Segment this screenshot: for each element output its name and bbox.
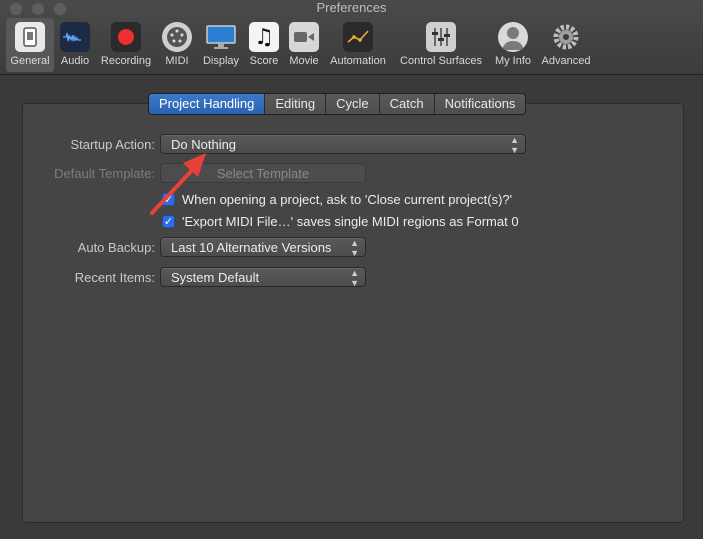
toolbar-display[interactable]: Display <box>198 18 244 72</box>
chevron-updown-icon: ▲ ▼ <box>510 135 519 155</box>
export-midi-checkbox[interactable]: ✓ <box>162 215 175 228</box>
window-title: Preferences <box>316 0 387 15</box>
toolbar-my-info[interactable]: My Info <box>490 18 536 72</box>
toolbar-general[interactable]: General <box>6 18 54 72</box>
chevron-updown-icon: ▲ ▼ <box>350 268 359 288</box>
toolbar-recording[interactable]: Recording <box>96 18 156 72</box>
automation-curve-icon <box>343 22 373 52</box>
export-midi-checkbox-label: 'Export MIDI File…' saves single MIDI re… <box>182 214 519 229</box>
tab-project-handling[interactable]: Project Handling <box>149 94 266 114</box>
startup-action-label: Startup Action: <box>70 137 155 152</box>
close-project-checkbox-label: When opening a project, ask to 'Close cu… <box>182 192 513 207</box>
auto-backup-value: Last 10 Alternative Versions <box>171 240 332 255</box>
toolbar-movie[interactable]: Movie <box>286 18 322 72</box>
auto-backup-popup[interactable]: Last 10 Alternative Versions ▲ ▼ <box>160 237 366 258</box>
tab-notifications[interactable]: Notifications <box>435 94 526 114</box>
title-bar: Preferences General Audio Recording MIDI… <box>0 0 703 75</box>
recent-items-popup[interactable]: System Default ▲ ▼ <box>160 267 366 288</box>
toolbar-midi[interactable]: MIDI <box>160 18 194 72</box>
faders-icon <box>426 22 456 52</box>
close-project-checkbox-row[interactable]: ✓ When opening a project, ask to 'Close … <box>162 192 512 207</box>
toolbar-audio[interactable]: Audio <box>58 18 92 72</box>
record-icon <box>111 22 141 52</box>
music-note-icon: ♫ <box>249 22 279 52</box>
close-project-checkbox[interactable]: ✓ <box>162 193 175 206</box>
gear-icon <box>551 22 581 52</box>
auto-backup-label: Auto Backup: <box>77 240 155 255</box>
movie-camera-icon <box>289 22 319 52</box>
tab-editing[interactable]: Editing <box>265 94 327 114</box>
audio-waveform-icon <box>60 22 90 52</box>
select-template-button[interactable]: Select Template <box>160 163 366 183</box>
export-midi-checkbox-row[interactable]: ✓ 'Export MIDI File…' saves single MIDI … <box>162 214 519 229</box>
startup-action-value: Do Nothing <box>171 137 237 152</box>
midi-connector-icon <box>162 22 192 52</box>
general-icon <box>15 22 45 52</box>
toolbar-advanced[interactable]: Advanced <box>538 18 594 72</box>
chevron-updown-icon: ▲ ▼ <box>350 238 359 258</box>
startup-action-popup[interactable]: Do Nothing ▲ ▼ <box>160 134 526 155</box>
preferences-toolbar: General Audio Recording MIDI Display ♫ S… <box>0 18 703 72</box>
recent-items-label: Recent Items: <box>74 270 155 285</box>
default-template-label: Default Template: <box>54 166 155 181</box>
toolbar-control-surfaces[interactable]: Control Surfaces <box>394 18 488 72</box>
recent-items-value: System Default <box>171 270 260 285</box>
preferences-tabs: Project Handling Editing Cycle Catch Not… <box>148 93 527 115</box>
toolbar-score[interactable]: ♫ Score <box>246 18 282 72</box>
user-avatar-icon <box>498 22 528 52</box>
toolbar-automation[interactable]: Automation <box>326 18 390 72</box>
display-monitor-icon <box>206 22 236 52</box>
tab-cycle[interactable]: Cycle <box>326 94 380 114</box>
tab-catch[interactable]: Catch <box>380 94 435 114</box>
